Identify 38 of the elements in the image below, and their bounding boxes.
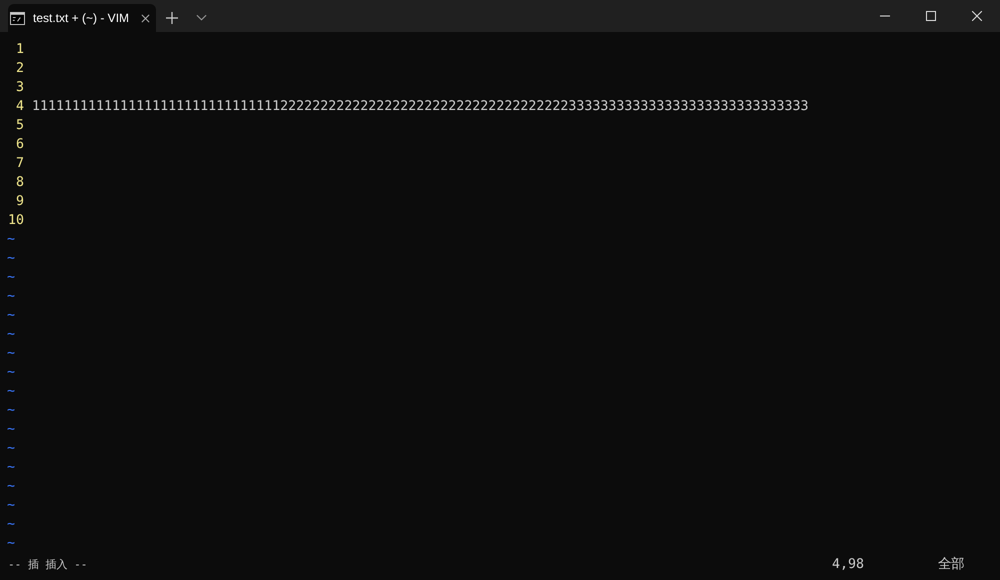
empty-line-marker: ~ [7, 231, 16, 249]
empty-line-marker: ~ [7, 326, 16, 344]
chevron-down-icon[interactable] [196, 14, 207, 21]
line-number: 2 [14, 60, 24, 78]
empty-line-marker: ~ [7, 459, 16, 477]
empty-line-marker: ~ [7, 535, 16, 553]
empty-line-marker: ~ [7, 307, 16, 325]
mode-indicator: -- 插 插入 -- [8, 557, 88, 573]
empty-line-marker: ~ [7, 402, 16, 420]
tab[interactable]: test.txt + (~) - VIM [8, 4, 156, 32]
empty-line-marker: ~ [7, 497, 16, 515]
line-number: 8 [14, 174, 24, 192]
empty-line-marker: ~ [7, 478, 16, 496]
empty-line-marker: ~ [7, 288, 16, 306]
maximize-icon[interactable] [926, 11, 936, 21]
empty-line-marker: ~ [7, 364, 16, 382]
line-number: 7 [14, 155, 24, 173]
plus-icon[interactable] [166, 12, 178, 24]
close-icon[interactable] [141, 14, 150, 22]
line-number: 3 [14, 79, 24, 97]
line-number: 10 [6, 212, 24, 230]
scroll-position: 全部 [938, 556, 965, 574]
line-number: 9 [14, 193, 24, 211]
empty-line-marker: ~ [7, 345, 16, 363]
empty-line-marker: ~ [7, 421, 16, 439]
line-number: 6 [14, 136, 24, 154]
empty-line-marker: ~ [7, 440, 16, 458]
line-number: 1 [14, 41, 24, 59]
empty-line-marker: ~ [7, 516, 16, 534]
empty-line-marker: ~ [7, 250, 16, 268]
line-number: 4 [14, 98, 24, 116]
cursor-position: 4,98 [832, 556, 866, 574]
line-number: 5 [14, 117, 24, 135]
line-text: 1111111111111111111111111111111222222222222222222222222222222222222333333333333333333333333333333 [32, 98, 809, 116]
terminal-icon [10, 12, 25, 24]
empty-line-marker: ~ [7, 269, 16, 287]
tab-title: test.txt + (~) - VIM [33, 11, 130, 25]
empty-line-marker: ~ [7, 383, 16, 401]
